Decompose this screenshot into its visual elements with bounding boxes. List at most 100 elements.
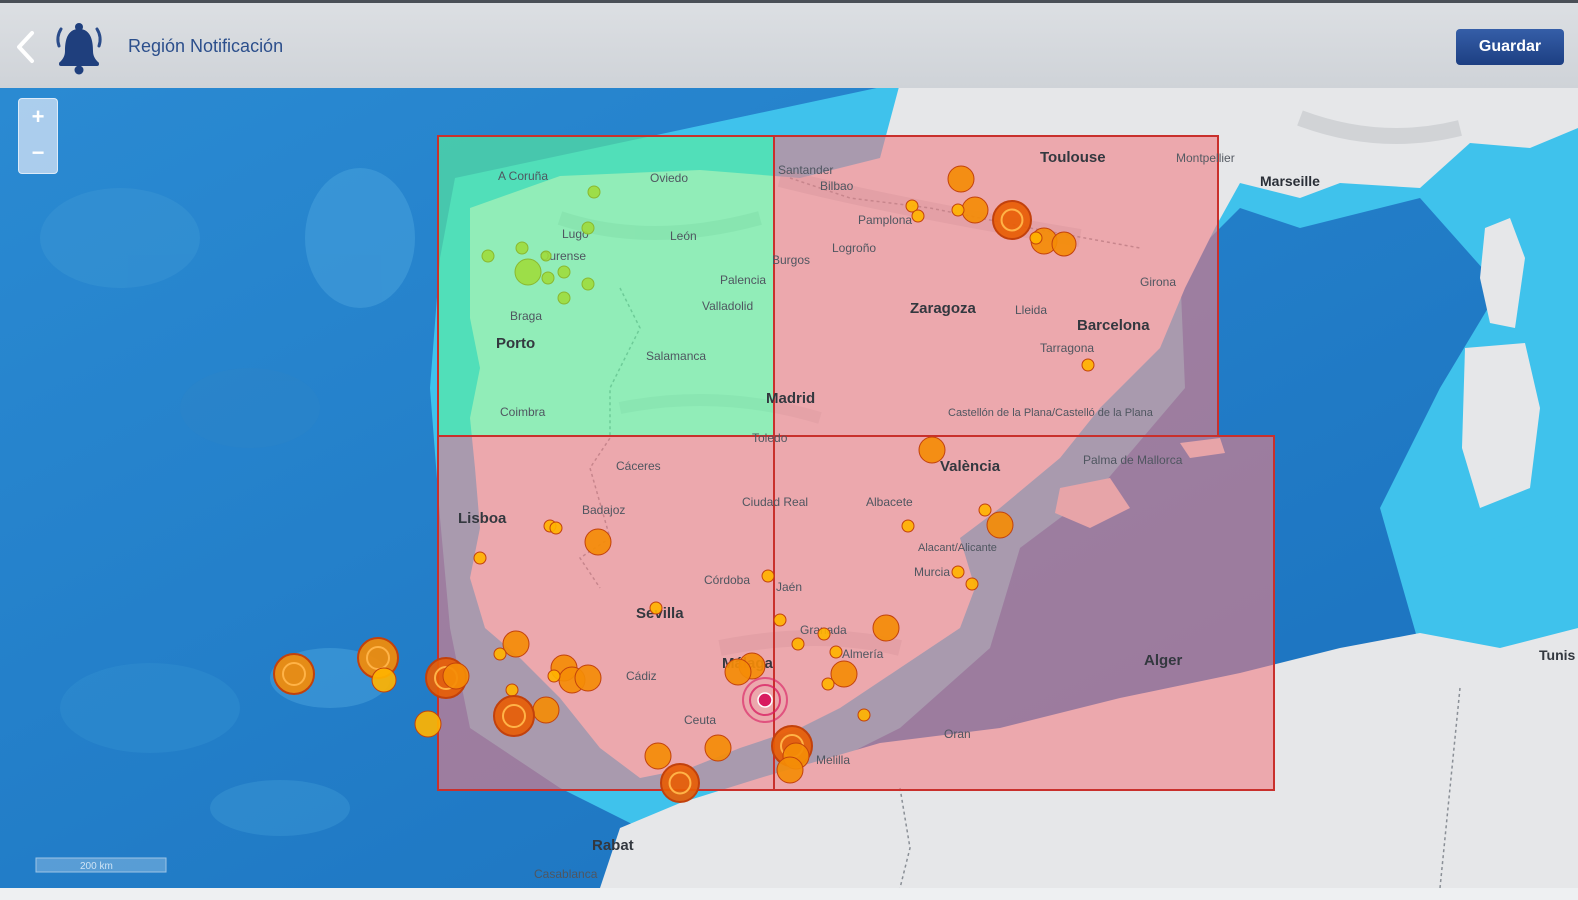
label-salamanca: Salamanca	[646, 349, 706, 363]
label-jaen: Jaén	[776, 580, 802, 594]
earthquake-marker[interactable]	[773, 613, 787, 627]
label-cadiz: Cádiz	[626, 669, 657, 683]
scale-label: 200 km	[80, 861, 113, 872]
label-montpellier: Montpellier	[1176, 151, 1235, 165]
earthquake-marker[interactable]	[1081, 358, 1095, 372]
label-marseille: Marseille	[1260, 173, 1320, 189]
earthquake-marker[interactable]	[724, 658, 752, 686]
earthquake-marker[interactable]	[532, 696, 560, 724]
label-alger: Alger	[1144, 652, 1183, 669]
earthquake-marker[interactable]	[961, 196, 989, 224]
earthquake-marker[interactable]	[817, 627, 831, 641]
app-header: Región Notificación Guardar	[0, 0, 1578, 88]
label-acoruna: A Coruña	[498, 169, 548, 183]
label-ceuta: Ceuta	[684, 713, 716, 727]
chevron-left-icon	[17, 31, 34, 63]
earthquake-marker[interactable]	[986, 511, 1014, 539]
earthquake-marker[interactable]	[473, 551, 487, 565]
earthquake-marker[interactable]	[514, 258, 542, 286]
label-cordoba: Córdoba	[704, 573, 750, 587]
map-view[interactable]: Toulouse Montpellier Marseille A Coruña …	[0, 88, 1578, 888]
label-zaragoza: Zaragoza	[910, 300, 977, 317]
label-tunis: Tunis	[1539, 647, 1576, 663]
earthquake-marker[interactable]	[502, 630, 530, 658]
earthquake-marker[interactable]	[857, 708, 871, 722]
earthquake-marker[interactable]	[872, 614, 900, 642]
earthquake-marker[interactable]	[584, 528, 612, 556]
label-badajoz: Badajoz	[582, 503, 625, 517]
earthquake-marker[interactable]	[581, 277, 595, 291]
earthquake-marker[interactable]	[791, 637, 805, 651]
save-button[interactable]: Guardar	[1456, 29, 1564, 65]
earthquake-marker[interactable]	[704, 734, 732, 762]
label-palma: Palma de Mallorca	[1083, 453, 1183, 467]
earthquake-marker[interactable]	[918, 436, 946, 464]
earthquake-marker[interactable]	[587, 185, 601, 199]
label-oviedo: Oviedo	[650, 171, 688, 185]
label-madrid: Madrid	[766, 390, 815, 407]
earthquake-marker[interactable]	[515, 241, 529, 255]
earthquake-marker[interactable]	[951, 565, 965, 579]
label-caceres: Cáceres	[616, 459, 661, 473]
earthquake-marker[interactable]	[557, 291, 571, 305]
label-oran: Oran	[944, 727, 971, 741]
earthquake-marker[interactable]	[273, 653, 315, 695]
label-burgos: Burgos	[772, 253, 810, 267]
region-southeast[interactable]	[773, 435, 1275, 791]
label-rabat: Rabat	[592, 837, 634, 854]
earthquake-marker[interactable]	[557, 265, 571, 279]
earthquake-marker[interactable]	[541, 271, 555, 285]
label-murcia: Murcia	[914, 565, 950, 579]
label-castellon: Castellón de la Plana/Castelló de la Pla…	[948, 407, 1154, 419]
label-albacete: Albacete	[866, 495, 913, 509]
earthquake-marker[interactable]	[505, 683, 519, 697]
earthquake-marker[interactable]	[1051, 231, 1077, 257]
earthquake-marker[interactable]	[414, 710, 442, 738]
earthquake-marker[interactable]	[493, 647, 507, 661]
earthquake-marker[interactable]	[978, 503, 992, 517]
earthquake-marker[interactable]	[547, 669, 561, 683]
label-almeria: Almería	[842, 647, 884, 661]
label-logrono: Logroño	[832, 241, 876, 255]
label-braga: Braga	[510, 309, 542, 323]
epicenter-marker[interactable]	[742, 677, 788, 723]
earthquake-marker[interactable]	[481, 249, 495, 263]
earthquake-marker[interactable]	[574, 664, 602, 692]
earthquake-marker[interactable]	[442, 662, 470, 690]
bell-notification-icon	[52, 19, 106, 75]
scale-bar: 200 km	[35, 857, 167, 873]
label-casablanca: Casablanca	[534, 867, 598, 881]
earthquake-marker[interactable]	[951, 203, 965, 217]
page-title: Región Notificación	[128, 36, 284, 56]
earthquake-marker[interactable]	[821, 677, 835, 691]
zoom-in-button[interactable]: +	[19, 99, 57, 135]
earthquake-marker[interactable]	[493, 695, 535, 737]
label-palencia: Palencia	[720, 273, 766, 287]
earthquake-marker[interactable]	[371, 667, 397, 693]
label-santander: Santander	[778, 163, 833, 177]
back-button[interactable]	[10, 27, 42, 67]
zoom-out-button[interactable]: −	[19, 135, 57, 171]
earthquake-marker[interactable]	[947, 165, 975, 193]
earthquake-marker[interactable]	[549, 521, 563, 535]
label-pamplona: Pamplona	[858, 213, 912, 227]
earthquake-marker[interactable]	[992, 200, 1032, 240]
label-melilla: Melilla	[816, 753, 850, 767]
label-lisboa: Lisboa	[458, 510, 507, 527]
earthquake-marker[interactable]	[540, 250, 552, 262]
earthquake-marker[interactable]	[829, 645, 843, 659]
earthquake-marker[interactable]	[660, 763, 700, 803]
earthquake-marker[interactable]	[776, 756, 804, 784]
earthquake-marker[interactable]	[761, 569, 775, 583]
earthquake-marker[interactable]	[581, 221, 595, 235]
earthquake-marker[interactable]	[965, 577, 979, 591]
map-canvas[interactable]: Toulouse Montpellier Marseille A Coruña …	[0, 88, 1578, 888]
earthquake-marker[interactable]	[830, 660, 858, 688]
earthquake-marker[interactable]	[911, 209, 925, 223]
earthquake-marker[interactable]	[649, 601, 663, 615]
footer-bar	[0, 888, 1578, 900]
earthquake-marker[interactable]	[901, 519, 915, 533]
earthquake-marker[interactable]	[1029, 231, 1043, 245]
earthquake-marker[interactable]	[644, 742, 672, 770]
label-toledo: Toledo	[752, 431, 788, 445]
